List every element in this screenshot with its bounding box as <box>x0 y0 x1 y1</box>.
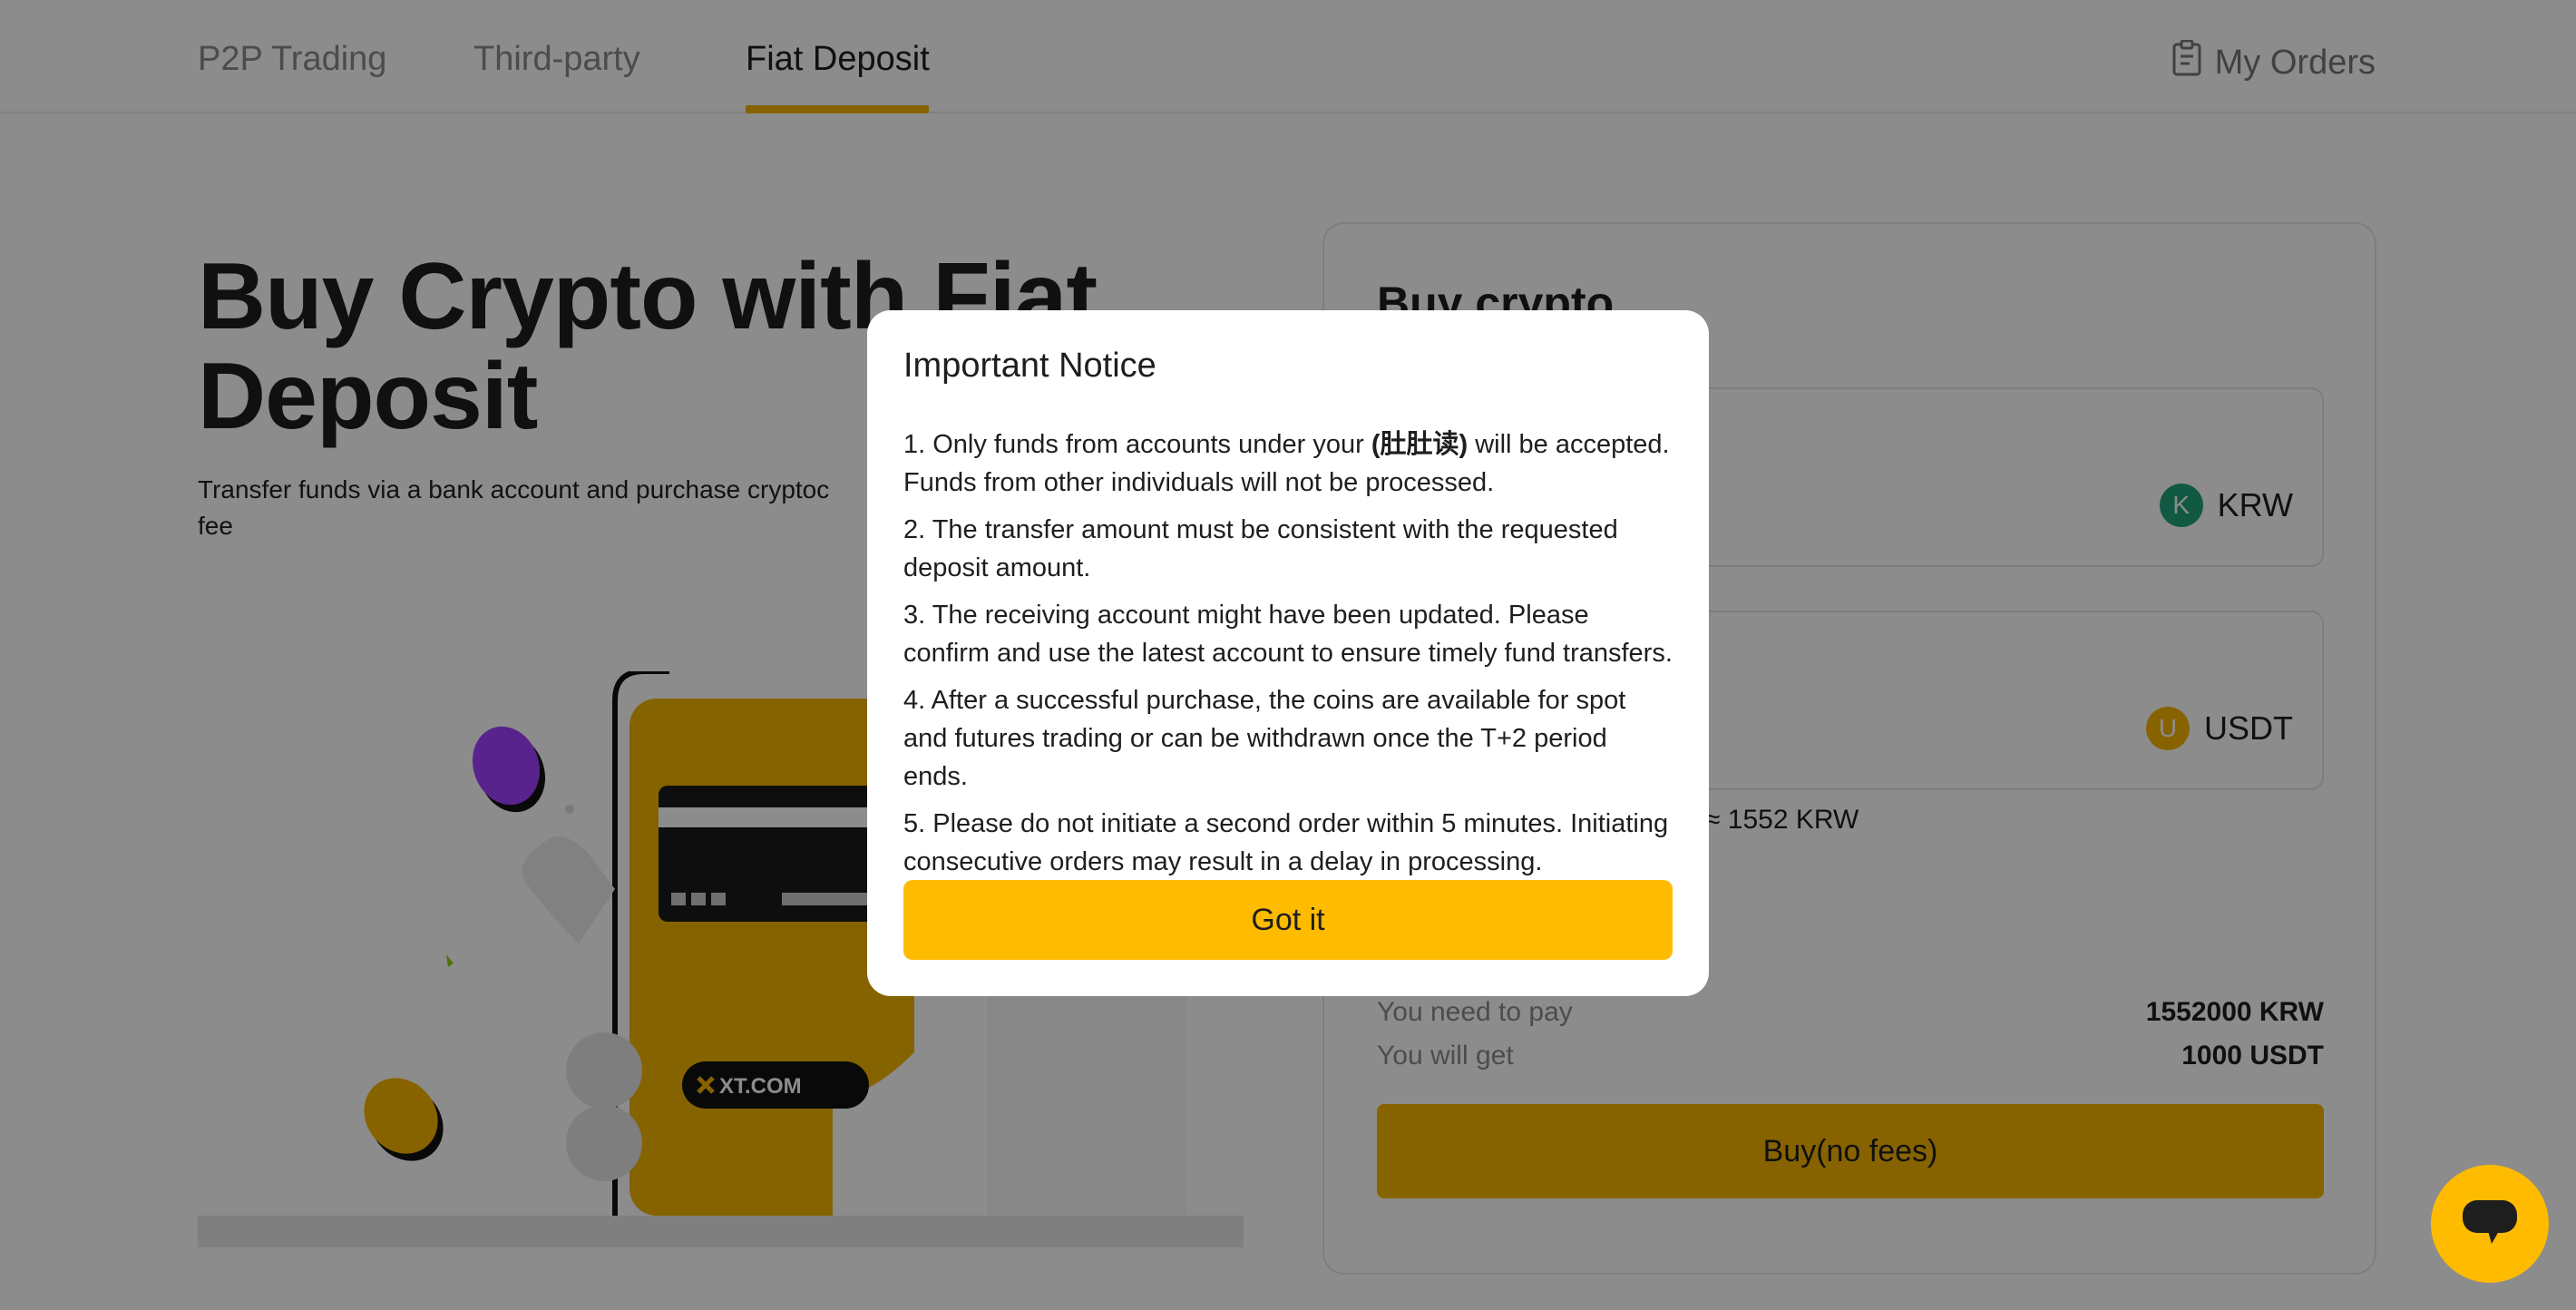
notice-text: 1. Only funds from accounts under your <box>903 430 1371 459</box>
notice-text: 2. The transfer amount must be consisten… <box>903 515 1618 582</box>
got-it-button[interactable]: Got it <box>903 880 1673 960</box>
notice-text: 5. Please do not initiate a second order… <box>903 809 1669 876</box>
notice-item: 1. Only funds from accounts under your (… <box>903 425 1673 502</box>
notice-item: 3. The receiving account might have been… <box>903 596 1673 672</box>
chat-bubble-icon <box>2461 1198 2519 1250</box>
notice-item: 4. After a successful purchase, the coin… <box>903 681 1673 796</box>
modal-title: Important Notice <box>903 347 1156 385</box>
important-notice-modal: Important Notice 1. Only funds from acco… <box>867 310 1709 996</box>
account-holder-name: (肚肚读) <box>1371 430 1469 459</box>
notice-text: 3. The receiving account might have been… <box>903 601 1673 668</box>
notice-text: 4. After a successful purchase, the coin… <box>903 686 1626 791</box>
notice-item: 5. Please do not initiate a second order… <box>903 805 1673 881</box>
chat-support-button[interactable] <box>2431 1165 2549 1283</box>
notice-item: 2. The transfer amount must be consisten… <box>903 511 1673 587</box>
notice-list: 1. Only funds from accounts under your (… <box>903 425 1673 881</box>
